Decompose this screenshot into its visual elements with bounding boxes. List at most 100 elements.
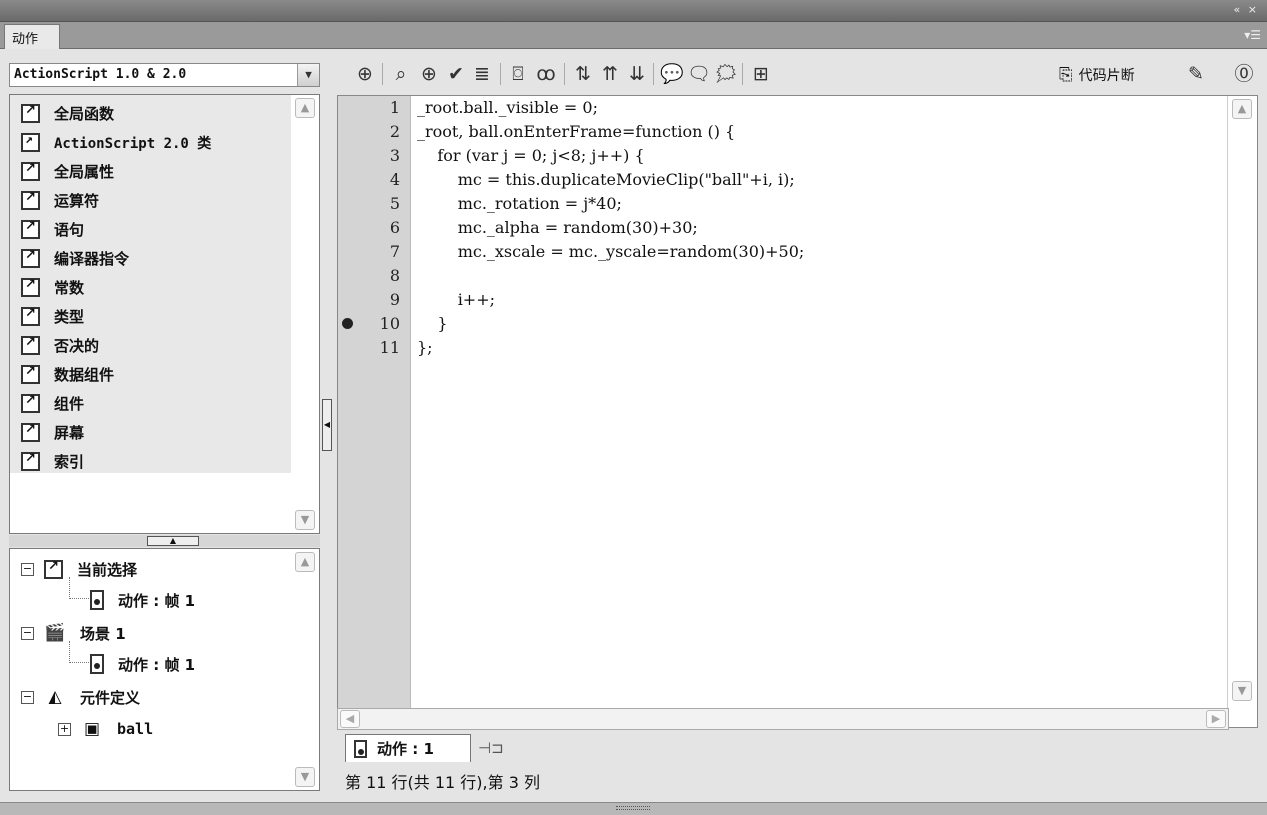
clapperboard-icon: 🎬 [44, 623, 66, 643]
panel-tab-strip: 动作 ▾☰ [0, 22, 1267, 49]
title-bar: « × [0, 0, 1267, 22]
book-icon [21, 190, 40, 210]
code-line[interactable]: mc = this.duplicateMovieClip("ball"+i, i… [417, 168, 1234, 192]
collapse-icon[interactable]: − [21, 626, 34, 640]
script-editor[interactable]: 1 2 3 4 5 6 7 8 9 10 11 _root.ball._visi… [337, 95, 1258, 728]
status-line: 第 11 行(共 11 行),第 3 列 [345, 773, 540, 792]
script-tab-actions-1[interactable]: 动作 : 1 [345, 734, 471, 762]
collapse-icon[interactable]: − [21, 562, 34, 576]
line-number-gutter: 1 2 3 4 5 6 7 8 9 10 11 [358, 96, 411, 727]
nav-symbol-ball[interactable]: + ▣ ball [58, 715, 153, 743]
panel-menu-icon[interactable]: ▾☰ [1244, 28, 1261, 42]
breakpoint-icon[interactable] [342, 318, 353, 329]
help-icon[interactable]: ⓪ [1231, 61, 1257, 87]
collapse-arrow-icon[interactable]: ▲ [147, 536, 199, 546]
expand-all-icon[interactable]: ⇊ [624, 61, 650, 87]
pin-script-icon[interactable]: ⊣⊐ [478, 739, 504, 757]
line-number: 7 [389, 242, 400, 261]
collapse-selection-icon[interactable]: ⇈ [597, 61, 623, 87]
nav-current-frame[interactable]: 动作 : 帧 1 [90, 586, 195, 614]
actions-panel: ActionScript 1.0 & 2.0 ▼ 全局函数 ActionScri… [0, 49, 1267, 802]
code-line[interactable]: i++; [417, 288, 1234, 312]
script-assist-icon[interactable]: ✎ [1183, 61, 1209, 87]
code-line[interactable]: for (var j = 0; j<8; j++) { [417, 144, 1234, 168]
toolbox-item-compiler-directives[interactable]: 编译器指令 [10, 244, 292, 273]
show-code-hint-icon[interactable]: ⌼ [505, 61, 531, 87]
book-icon [21, 393, 40, 413]
toolbox-item-constants[interactable]: 常数 [10, 273, 292, 302]
toolbox-item-statements[interactable]: 语句 [10, 215, 292, 244]
frame-icon [354, 739, 367, 758]
code-line[interactable]: _root.ball._visible = 0; [417, 96, 1234, 120]
remove-comment-icon[interactable]: 🗯 [713, 61, 739, 87]
nav-symbol-definitions[interactable]: − ◭ 元件定义 [21, 683, 140, 711]
toolbox-item-data-components[interactable]: 数据组件 [10, 360, 292, 389]
book-icon [21, 219, 40, 239]
code-line[interactable]: mc._alpha = random(30)+30; [417, 216, 1234, 240]
scroll-left-icon[interactable]: ◀ [340, 710, 360, 728]
collapse-left-icon[interactable]: ◀ [322, 399, 332, 451]
toolbox-item-operators[interactable]: 运算符 [10, 186, 292, 215]
nav-scene-frame[interactable]: 动作 : 帧 1 [90, 650, 195, 678]
debug-options-icon[interactable]: ꝏ [533, 61, 559, 87]
pane-splitter[interactable]: ◀ [320, 49, 334, 802]
check-syntax-icon[interactable]: ✔ [443, 61, 469, 87]
breakpoint-gutter[interactable] [338, 96, 358, 727]
code-text-area[interactable]: _root.ball._visible = 0; _root, ball.onE… [411, 96, 1228, 727]
line-number: 10 [379, 314, 400, 333]
scroll-up-icon[interactable]: ▲ [295, 552, 315, 572]
toolbox-item-as2-classes[interactable]: ActionScript 2.0 类 [10, 128, 292, 157]
find-icon[interactable]: ⌕ [388, 61, 414, 87]
show-hide-toolbox-icon[interactable]: ⊞ [748, 61, 774, 87]
line-number: 1 [389, 98, 400, 117]
expand-icon[interactable]: + [58, 722, 71, 736]
book-icon [21, 306, 40, 326]
toolbox-item-types[interactable]: 类型 [10, 302, 292, 331]
book-icon [44, 559, 63, 579]
panel-resize-grip[interactable] [0, 802, 1267, 815]
scroll-right-icon[interactable]: ▶ [1206, 710, 1226, 728]
toolbox-item-deprecated[interactable]: 否决的 [10, 331, 292, 360]
toolbox-item-components[interactable]: 组件 [10, 389, 292, 418]
tab-actions[interactable]: 动作 [4, 24, 60, 49]
version-select-value: ActionScript 1.0 & 2.0 [14, 67, 187, 82]
insert-target-path-icon[interactable]: ⊕ [416, 61, 442, 87]
toolbox-item-screens[interactable]: 屏幕 [10, 418, 292, 447]
actionscript-version-select[interactable]: ActionScript 1.0 & 2.0 ▼ [9, 63, 320, 87]
scroll-down-icon[interactable]: ▼ [1232, 681, 1252, 701]
scroll-down-icon[interactable]: ▼ [295, 510, 315, 530]
chevron-down-icon[interactable]: ▼ [297, 64, 319, 86]
add-item-icon[interactable]: ⊕ [352, 61, 378, 87]
frame-icon [90, 654, 104, 674]
editor-horizontal-scrollbar[interactable]: ◀ ▶ [337, 708, 1229, 730]
code-line[interactable]: }; [417, 336, 1234, 360]
scroll-down-icon[interactable]: ▼ [295, 767, 315, 787]
library-shapes-icon: ◭ [48, 687, 62, 707]
toolbox-scrollbar[interactable]: ▲ ▼ [291, 95, 319, 533]
toolbox-item-index[interactable]: 索引 [10, 447, 292, 476]
toolbox-splitter[interactable]: ▲ [9, 535, 320, 547]
scroll-up-icon[interactable]: ▲ [295, 98, 315, 118]
window-controls[interactable]: « × [1234, 3, 1259, 16]
scroll-up-icon[interactable]: ▲ [1232, 99, 1252, 119]
navigator-scrollbar[interactable]: ▲ ▼ [291, 549, 319, 790]
collapse-icon[interactable]: − [21, 690, 34, 704]
apply-block-comment-icon[interactable]: 💬 [659, 61, 685, 87]
code-line[interactable]: _root, ball.onEnterFrame=function () { [417, 120, 1234, 144]
auto-format-icon[interactable]: ≣ [469, 61, 495, 87]
collapse-between-braces-icon[interactable]: ⇅ [570, 61, 596, 87]
toolbox-item-global-properties[interactable]: 全局属性 [10, 157, 292, 186]
frame-icon [90, 590, 104, 610]
book-icon [21, 335, 40, 355]
code-line[interactable]: mc._rotation = j*40; [417, 192, 1234, 216]
book-icon [21, 161, 40, 181]
book-icon [21, 364, 40, 384]
editor-vertical-scrollbar[interactable]: ▲ ▼ [1227, 96, 1257, 727]
apply-line-comment-icon[interactable]: 🗨 [686, 61, 712, 87]
code-line[interactable]: } [417, 312, 1234, 336]
code-line[interactable]: mc._xscale = mc._yscale=random(30)+50; [417, 240, 1234, 264]
code-snippets-button[interactable]: ⎘ 代码片断 [1059, 65, 1135, 85]
code-line[interactable] [417, 264, 1234, 288]
toolbox-item-global-functions[interactable]: 全局函数 [10, 99, 292, 128]
line-number: 2 [389, 122, 400, 141]
